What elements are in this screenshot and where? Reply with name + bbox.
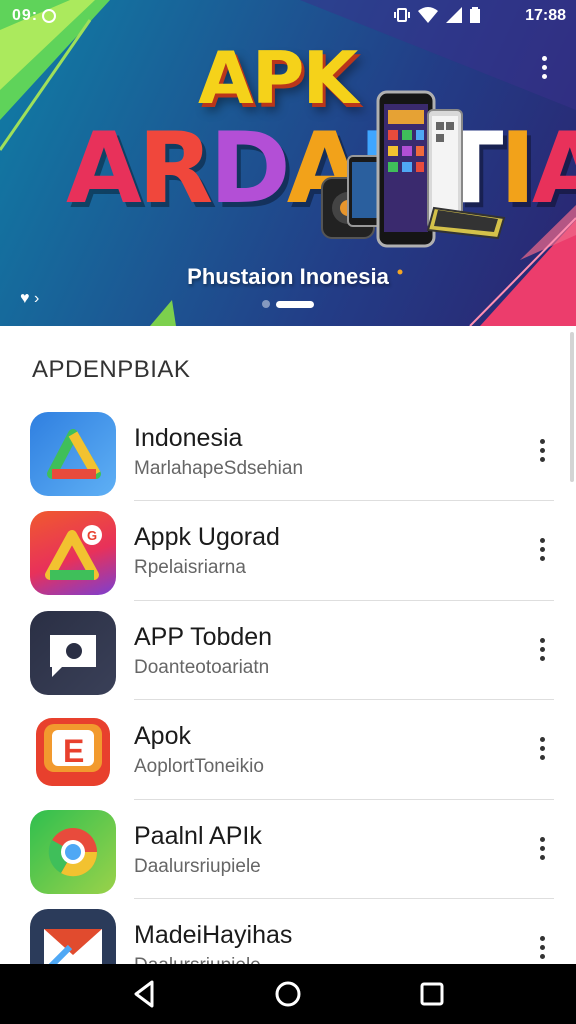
more-vert-icon[interactable] <box>533 439 551 469</box>
triangle-logo-icon: G <box>30 511 116 596</box>
svg-text:E: E <box>63 733 84 769</box>
navigation-bar <box>0 964 576 1024</box>
more-vert-icon[interactable] <box>533 538 551 568</box>
battery-icon <box>470 7 480 23</box>
app-title: Paalnl APIk <box>134 821 262 850</box>
app-title: Indonesia <box>134 424 243 452</box>
hero-subtitle: Phustaion Inonesia <box>187 264 389 289</box>
app-title: Appk Ugorad <box>134 523 280 552</box>
notification-icon <box>42 9 56 23</box>
hero-banner[interactable]: 09: 17:88 APK ARDANTIA <box>0 0 576 326</box>
status-icons <box>394 7 480 23</box>
more-vert-icon[interactable] <box>533 836 551 867</box>
chat-bubble-icon <box>30 610 116 695</box>
screen: 09: 17:88 APK ARDANTIA <box>0 0 576 1024</box>
app-subtitle: MarlahapeSdsehian <box>134 458 304 479</box>
envelope-icon <box>30 908 116 964</box>
app-title: Apok <box>134 722 191 751</box>
content-area: APDENPBIAK Indonesia MarlahapeSdsehian G… <box>0 326 576 964</box>
list-item[interactable]: Indonesia MarlahapeSdsehian <box>0 402 576 502</box>
svg-text:G: G <box>87 528 97 543</box>
app-subtitle: AoplortToneikio <box>134 756 264 778</box>
browser-circle-icon <box>30 809 116 894</box>
wifi-icon <box>418 7 438 23</box>
status-time: 09: <box>12 7 39 24</box>
heart-arrow-icon: ♥ › <box>20 290 40 307</box>
list-item[interactable]: G Appk Ugorad Rpelaisriarna <box>0 501 576 601</box>
list-item[interactable]: E Apok AoplortToneikio <box>0 700 576 800</box>
more-vert-icon[interactable] <box>533 637 551 668</box>
logo-letter: D <box>209 112 290 226</box>
section-title: APDENPBIAK <box>32 356 191 383</box>
recents-icon[interactable] <box>416 978 448 1010</box>
list-item[interactable]: Paalnl APIk Daalursriupiele <box>0 800 576 899</box>
more-vert-icon[interactable] <box>536 56 552 84</box>
status-clock: 17:88 <box>525 7 566 24</box>
more-vert-icon[interactable] <box>533 935 551 964</box>
app-title: APP Tobden <box>134 622 273 651</box>
home-icon[interactable] <box>272 978 304 1010</box>
signal-icon <box>446 7 462 23</box>
more-vert-icon[interactable] <box>533 737 551 767</box>
logo-letter: R <box>137 112 213 226</box>
banner-pager[interactable] <box>262 300 314 308</box>
list-item[interactable]: MadeiHayihas Daalursriupiele <box>0 899 576 964</box>
app-list: Indonesia MarlahapeSdsehian G Appk Ugora… <box>0 402 576 964</box>
app-subtitle: Doanteotoariatn <box>134 656 270 678</box>
app-subtitle: Daalursriupiele <box>134 855 261 877</box>
status-bar: 09: 17:88 <box>0 0 576 32</box>
list-item[interactable]: APP Tobden Doanteotoariatn <box>0 601 576 701</box>
pager-active-indicator[interactable] <box>276 300 314 308</box>
letter-e-icon: E <box>30 710 116 795</box>
pager-dot[interactable] <box>262 300 270 308</box>
devices-illustration <box>321 90 506 248</box>
app-subtitle: Rpelaisriarna <box>134 557 246 579</box>
triangle-logo-icon <box>30 412 116 496</box>
logo-letter: A <box>66 112 142 226</box>
app-subtitle: Daalursriupiele <box>134 955 261 964</box>
logo-letter: A <box>531 112 576 226</box>
vibrate-icon <box>394 8 410 22</box>
app-title: MadeiHayihas <box>134 920 293 949</box>
back-icon[interactable] <box>128 978 160 1010</box>
